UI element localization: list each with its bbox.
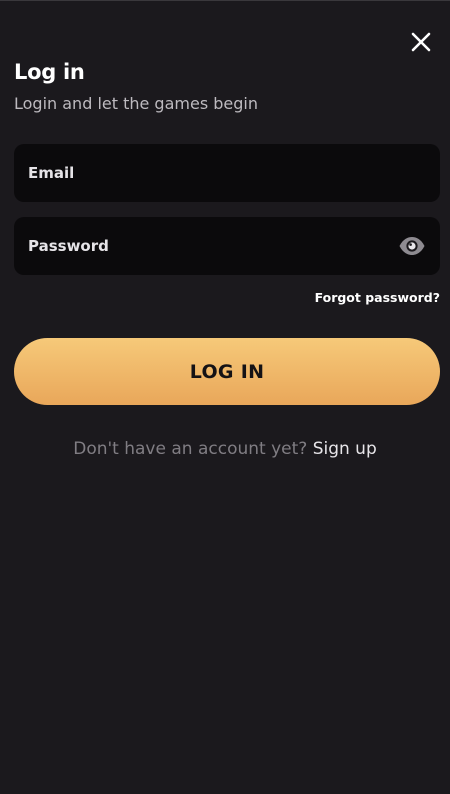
password-input[interactable]	[28, 217, 398, 275]
show-password-toggle[interactable]	[398, 235, 426, 257]
password-field-container[interactable]	[14, 217, 440, 275]
forgot-password-link[interactable]: Forgot password?	[315, 290, 440, 305]
signup-prompt-text: Don't have an account yet?	[73, 439, 308, 459]
close-icon	[411, 32, 431, 52]
signup-prompt-row: Don't have an account yet? Sign up	[0, 439, 450, 459]
login-modal: Log in Login and let the games begin For…	[0, 0, 450, 794]
login-button[interactable]: LOG IN	[14, 338, 440, 405]
page-subtitle: Login and let the games begin	[14, 94, 258, 113]
page-title: Log in	[14, 60, 85, 84]
signup-link[interactable]: Sign up	[313, 439, 377, 459]
eye-icon	[399, 237, 425, 255]
email-input[interactable]	[28, 144, 426, 202]
email-field-container[interactable]	[14, 144, 440, 202]
close-button[interactable]	[408, 29, 434, 55]
